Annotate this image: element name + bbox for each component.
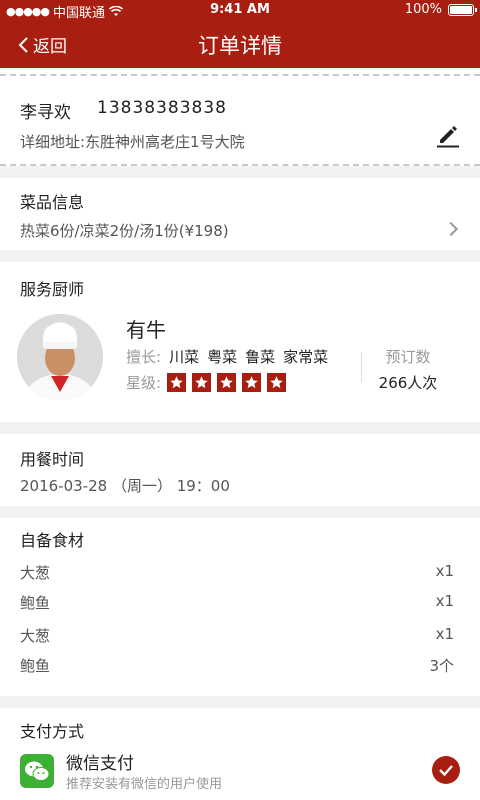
divider-bottom — [0, 164, 480, 166]
chef-section-title: 服务厨师 — [20, 280, 85, 299]
ingredient-item: 鲍鱼 x1 — [20, 592, 454, 613]
vertical-divider — [361, 352, 362, 382]
ingredients-card: 自备食材 大葱 x1 鲍鱼 x1 大葱 x1 鲍鱼 3个 — [0, 518, 480, 696]
dishes-card[interactable]: 菜品信息 热菜6份/凉菜2份/汤1份(¥198) — [0, 178, 480, 250]
address-detail: 详细地址:东胜神州高老庄1号大院 — [20, 133, 245, 151]
check-icon — [439, 765, 453, 777]
specialty-tag: 家常菜 — [283, 348, 329, 366]
ingredient-name: 鲍鱼 — [20, 657, 51, 675]
status-bar: ●●●●● 中国联通 9:41 AM 100% — [0, 0, 480, 21]
payment-method-desc: 推荐安装有微信的用户使用 — [66, 777, 223, 792]
payment-title: 支付方式 — [20, 722, 85, 741]
rating-label: 星级: — [126, 374, 162, 392]
specialty-tag: 粤菜 — [207, 348, 238, 366]
page-title: 订单详情 — [198, 34, 282, 58]
address-card[interactable]: 李寻欢 13838383838 详细地址:东胜神州高老庄1号大院 — [0, 70, 480, 166]
meal-time-title: 用餐时间 — [20, 450, 85, 469]
chef-card[interactable]: 服务厨师 有牛 擅长: 川菜 粤菜 鲁菜 家常菜 星级: 预订数 266人次 — [0, 262, 480, 422]
dishes-title: 菜品信息 — [20, 193, 85, 212]
ingredient-qty: 3个 — [429, 657, 454, 675]
rating-stars — [161, 373, 287, 392]
ingredient-qty: x1 — [435, 625, 454, 643]
ingredient-item: 鲍鱼 3个 — [20, 655, 454, 676]
orders-value: 266人次 — [378, 374, 438, 392]
nav-bar: 返回 订单详情 — [0, 20, 480, 68]
star-icon — [167, 373, 187, 392]
battery-percent: 100% — [404, 2, 442, 17]
divider-top — [0, 74, 480, 76]
payment-card: 支付方式 微信支付 推荐安装有微信的用户使用 — [0, 708, 480, 800]
chef-avatar — [17, 314, 103, 400]
battery-icon — [448, 3, 477, 16]
meal-time-card[interactable]: 用餐时间 2016-03-28 （周一） 19：00 — [0, 434, 480, 506]
ingredient-name: 鲍鱼 — [20, 594, 51, 612]
ingredient-name: 大葱 — [20, 564, 51, 582]
wechat-pay-icon — [20, 754, 54, 788]
edit-icon[interactable] — [436, 122, 460, 148]
specialty-label: 擅长: — [126, 348, 162, 366]
ingredient-qty: x1 — [435, 562, 454, 580]
payment-selected-checkbox[interactable] — [432, 756, 460, 784]
contact-phone: 13838383838 — [97, 98, 227, 118]
chef-specialties: 擅长: 川菜 粤菜 鲁菜 家常菜 — [126, 346, 328, 367]
ingredients-title: 自备食材 — [20, 531, 85, 550]
star-icon — [217, 373, 237, 392]
chef-name: 有牛 — [126, 318, 166, 342]
star-icon — [267, 373, 287, 392]
specialty-tag: 鲁菜 — [245, 348, 276, 366]
chef-portrait-icon — [17, 314, 103, 400]
chevron-right-icon — [443, 221, 459, 237]
star-icon — [192, 373, 212, 392]
dishes-summary: 热菜6份/凉菜2份/汤1份(¥198) — [20, 222, 229, 240]
ingredient-qty: x1 — [435, 592, 454, 610]
ingredient-name: 大葱 — [20, 627, 51, 645]
ingredient-item: 大葱 x1 — [20, 562, 454, 583]
ingredient-item: 大葱 x1 — [20, 625, 454, 646]
orders-label: 预订数 — [385, 348, 431, 366]
status-right: 100% — [404, 2, 477, 17]
chef-rating: 星级: — [126, 372, 287, 393]
payment-method-name: 微信支付 — [66, 754, 134, 774]
contact-name: 李寻欢 — [20, 103, 71, 123]
star-icon — [242, 373, 262, 392]
specialty-tag: 川菜 — [169, 348, 200, 366]
meal-time-value: 2016-03-28 （周一） 19：00 — [20, 477, 230, 495]
